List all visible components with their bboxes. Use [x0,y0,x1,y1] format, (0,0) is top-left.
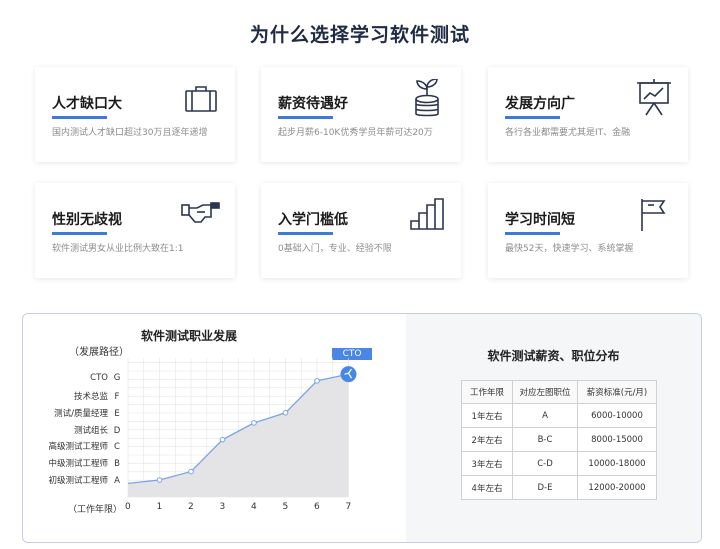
flag-icon [641,199,666,231]
salary-title: 软件测试薪资、职位分布 [487,349,620,363]
data-point [156,477,163,483]
header-cell: 对应左图职位 [512,380,578,404]
card-talent-gap: 人才缺口大 国内测试人才缺口超过30万且逐年递增 [35,67,235,162]
card-underline [278,232,333,235]
presentation-board-icon [637,79,671,116]
table-row: 3年左右 C-D 10000-18000 [461,451,657,476]
card-title: 发展方向广 [505,96,575,112]
card-underline [505,232,560,235]
card-title: 入学门槛低 [278,212,348,228]
career-panel: 软件测试职业发展 （发展路径） CTO 初级测试工程师 A 中级测试工程师 B 高级测试… [22,313,702,543]
table-cell: 2年左右 [461,427,513,452]
data-point [219,436,226,443]
table-header-row: 工作年限 对应左图职位 薪资标准(元/月) [461,380,657,404]
table-cell: 10000-18000 [577,451,657,476]
card-title: 性别无歧视 [52,212,122,228]
data-point [251,420,257,426]
table-cell: C-D [512,451,578,476]
table-cell: 4年左右 [461,475,513,500]
salary-panel: 软件测试薪资、职位分布 工作年限 对应左图职位 薪资标准(元/月) 1年左右 A… [406,314,701,542]
card-underline [52,232,107,235]
table-cell: A [512,403,578,428]
table-row: 4年左右 D-E 12000-20000 [461,475,657,500]
card-desc: 起步月薪6-10K优秀学员年薪可达20万 [278,128,433,138]
card-underline [52,116,107,119]
data-point [188,468,194,475]
data-point [282,410,289,416]
card-direction: 发展方向广 各行各业都需要尤其是IT、金融 [488,67,688,162]
data-point [314,378,320,384]
table-cell: 12000-20000 [577,475,657,500]
card-gender: 性别无歧视 软件测试男女从业比例大致在1:1 [35,183,235,278]
card-underline [278,116,333,119]
table-cell: 3年左右 [461,451,513,476]
card-desc: 软件测试男女从业比例大致在1:1 [52,244,184,254]
card-desc: 0基础入门，专业、经验不限 [278,244,392,254]
card-salary: 薪资待遇好 起步月薪6-10K优秀学员年薪可达20万 [261,67,461,162]
table-cell: B-C [512,427,578,452]
header-cell: 工作年限 [461,380,513,404]
table-cell: 6000-10000 [577,403,657,428]
handshake-icon [181,202,220,223]
stairs-icon [410,198,444,230]
card-desc: 最快52天，快速学习、系统掌握 [505,244,634,254]
card-entry: 入学门槛低 0基础入门，专业、经验不限 [261,183,461,278]
table-cell: D-E [512,475,578,500]
table-row: 2年左右 B-C 8000-15000 [461,427,657,452]
card-title: 薪资待遇好 [278,96,348,112]
briefcase-icon [185,86,217,112]
card-title: 学习时间短 [505,212,575,228]
card-desc: 各行各业都需要尤其是IT、金融 [505,128,631,138]
card-underline [505,116,560,119]
card-study-time: 学习时间短 最快52天，快速学习、系统掌握 [488,183,688,278]
table-row: 1年左右 A 6000-10000 [461,403,657,428]
card-desc: 国内测试人才缺口超过30万且逐年递增 [52,128,208,138]
header-cell: 薪资标准(元/月) [577,380,657,404]
career-chart [127,358,357,498]
money-plant-icon [415,79,439,117]
salary-table: 工作年限 对应左图职位 薪资标准(元/月) 1年左右 A 6000-10000 … [461,380,657,500]
card-title: 人才缺口大 [52,96,122,112]
table-cell: 8000-15000 [577,427,657,452]
page-title: 为什么选择学习软件测试 [249,24,470,46]
table-cell: 1年左右 [461,403,513,428]
